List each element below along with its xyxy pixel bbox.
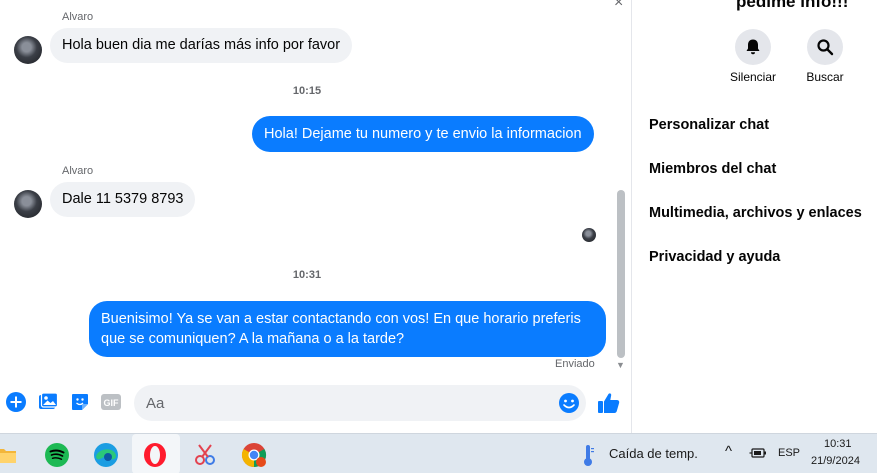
close-icon[interactable]: × <box>614 0 623 12</box>
mute-label: Silenciar <box>729 70 777 84</box>
search-icon <box>817 39 834 56</box>
outgoing-message[interactable]: Buenisimo! Ya se van a estar contactando… <box>89 301 606 357</box>
gif-label: GIF <box>104 398 120 408</box>
chevron-up-icon[interactable]: ^ <box>725 443 732 460</box>
sender-name: Alvaro <box>62 11 94 23</box>
menu-item-customize-chat[interactable]: Personalizar chat <box>649 117 769 133</box>
outgoing-message[interactable]: Hola! Dejame tu numero y te envio la inf… <box>252 116 594 152</box>
clock-date[interactable]: 21/9/2024 <box>811 455 860 467</box>
language-indicator[interactable]: ESP <box>778 447 800 459</box>
message-input-container <box>134 385 586 421</box>
incoming-message[interactable]: Hola buen dia me darías más info por fav… <box>50 28 353 63</box>
file-explorer-icon[interactable] <box>0 442 20 468</box>
gif-icon[interactable]: GIF <box>100 391 122 413</box>
taskbar: Caída de temp. ^ ESP 10:31 21/9/2024 <box>0 433 877 473</box>
bell-icon <box>746 39 760 55</box>
seen-receipt-avatar <box>582 228 596 242</box>
chrome-icon[interactable] <box>241 442 267 468</box>
emoji-icon[interactable] <box>558 392 580 414</box>
chat-area: × Alvaro Hola buen dia me darías más inf… <box>0 0 631 433</box>
menu-item-media-files-links[interactable]: Multimedia, archivos y enlaces <box>649 205 862 221</box>
scrollbar[interactable] <box>617 190 625 358</box>
app-window: × Alvaro Hola buen dia me darías más inf… <box>0 0 877 473</box>
plus-icon[interactable] <box>5 391 27 413</box>
menu-item-chat-members[interactable]: Miembros del chat <box>649 161 776 177</box>
incoming-message[interactable]: Dale 11 5379 8793 <box>50 182 196 217</box>
mute-button[interactable] <box>735 29 771 65</box>
search-button[interactable] <box>807 29 843 65</box>
avatar[interactable] <box>14 190 42 218</box>
snipping-tool-icon[interactable] <box>192 442 218 468</box>
clock-time[interactable]: 10:31 <box>824 438 852 450</box>
avatar[interactable] <box>14 36 42 64</box>
message-input[interactable] <box>146 385 546 421</box>
chat-title: pedime info!!! <box>736 0 849 11</box>
edge-icon[interactable] <box>93 442 119 468</box>
like-icon[interactable] <box>597 391 621 415</box>
message-status: Enviado <box>555 358 595 370</box>
scroll-down-arrow-icon[interactable]: ▼ <box>616 360 625 370</box>
message-timestamp: 10:31 <box>292 269 322 281</box>
weather-text[interactable]: Caída de temp. <box>609 446 698 461</box>
thermometer-icon[interactable] <box>578 442 598 468</box>
sticker-icon[interactable] <box>69 391 91 413</box>
photo-icon[interactable] <box>37 391 59 413</box>
sender-name: Alvaro <box>62 165 94 177</box>
menu-item-privacy-support[interactable]: Privacidad y ayuda <box>649 249 780 265</box>
battery-icon[interactable] <box>749 446 767 460</box>
spotify-icon[interactable] <box>44 442 70 468</box>
search-label: Buscar <box>806 70 844 84</box>
message-timestamp: 10:15 <box>292 85 322 97</box>
opera-icon[interactable] <box>142 442 168 468</box>
